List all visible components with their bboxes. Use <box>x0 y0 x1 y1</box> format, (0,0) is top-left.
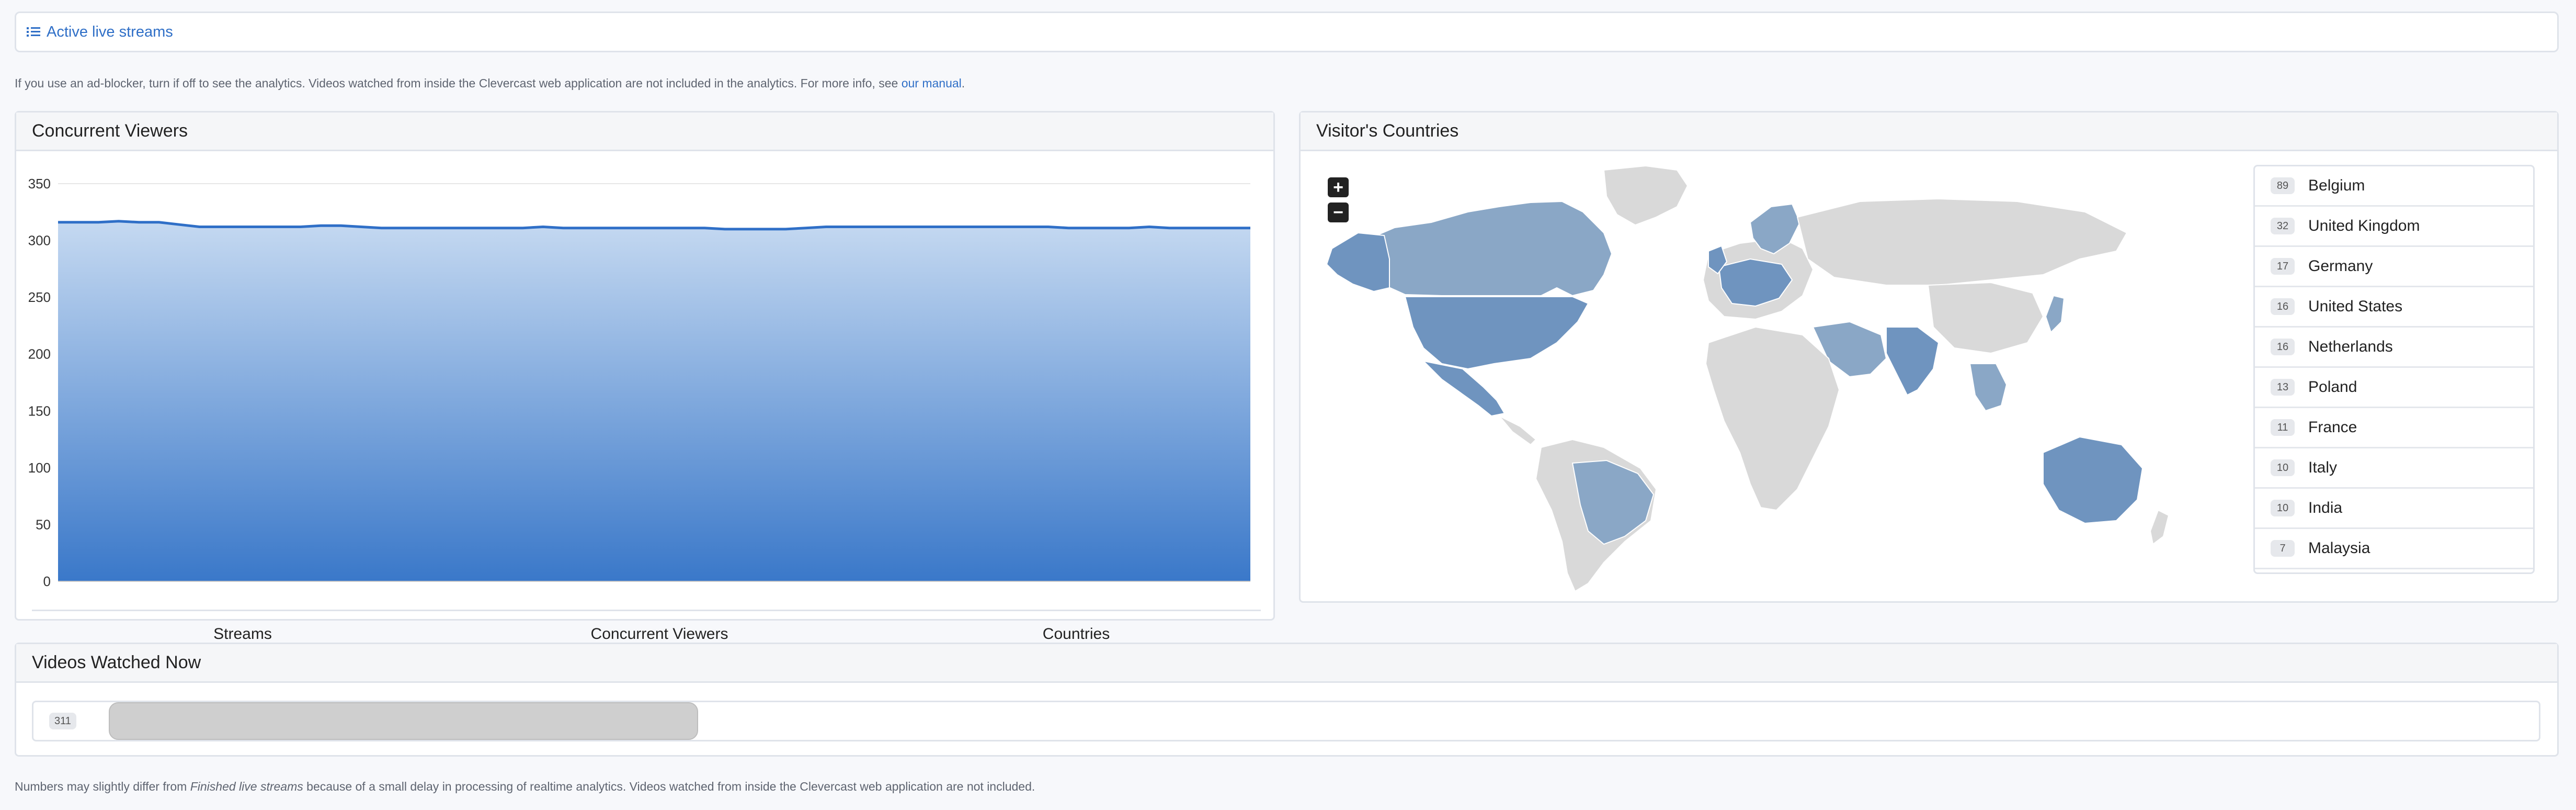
active-live-streams-label: Active live streams <box>47 23 173 40</box>
country-count: 16 <box>2271 298 2295 315</box>
country-count: 89 <box>2271 177 2295 194</box>
map-southeast-asia[interactable] <box>1969 363 2008 412</box>
notice-text: If you use an ad-blocker, turn if off to… <box>15 76 902 90</box>
zoom-in-button[interactable]: + <box>1328 177 1349 197</box>
concurrent-viewers-panel: Concurrent Viewers 0 50 100 150 200 250 300 350… <box>15 111 1275 708</box>
map-canada[interactable] <box>1352 200 1613 297</box>
y-tick-label: 200 <box>28 346 51 362</box>
map-india[interactable] <box>1886 327 1940 396</box>
manual-link[interactable]: our manual <box>902 76 962 90</box>
video-progress-bar <box>109 702 698 740</box>
country-item[interactable]: 16 Netherlands <box>2255 328 2533 368</box>
country-item[interactable]: 10 Italy <box>2255 448 2533 489</box>
map-mexico[interactable] <box>1421 360 1506 417</box>
country-name: Germany <box>2308 257 2373 275</box>
country-item[interactable]: 10 India <box>2255 489 2533 529</box>
country-count: 17 <box>2271 258 2295 275</box>
country-count: 10 <box>2271 500 2295 516</box>
country-item[interactable]: 17 Germany <box>2255 247 2533 287</box>
video-viewer-count: 311 <box>49 713 76 729</box>
y-tick-label: 50 <box>36 516 51 532</box>
viewers-line <box>58 220 1250 231</box>
footnote-post: because of a small delay in processing o… <box>303 780 1035 793</box>
country-item[interactable]: 32 United Kingdom <box>2255 207 2533 247</box>
map-russia-asia <box>1796 198 2128 286</box>
y-tick-label: 150 <box>28 403 51 419</box>
panel-title: Visitor's Countries <box>1301 113 2557 151</box>
top-bar: Active live streams <box>15 12 2559 52</box>
country-count: 16 <box>2271 339 2295 355</box>
list-icon <box>27 26 40 38</box>
map-australia[interactable] <box>2043 436 2144 524</box>
country-count: 32 <box>2271 218 2295 234</box>
active-live-streams-link[interactable]: Active live streams <box>27 24 173 41</box>
country-name: Belgium <box>2308 177 2365 194</box>
country-item[interactable]: 89 Belgium <box>2255 166 2533 207</box>
country-name: United Kingdom <box>2308 217 2420 234</box>
country-name: Netherlands <box>2308 338 2393 355</box>
panel-title: Concurrent Viewers <box>16 113 1273 151</box>
map-alaska[interactable] <box>1326 232 1390 292</box>
map-central-america <box>1499 415 1537 446</box>
map-usa[interactable] <box>1404 296 1589 370</box>
country-name: India <box>2308 499 2343 516</box>
map-greenland <box>1603 165 1689 226</box>
viewers-area <box>58 221 1250 581</box>
map-new-zealand <box>2149 509 2170 545</box>
country-count: 7 <box>2271 540 2295 557</box>
concurrent-viewers-chart: 0 50 100 150 200 250 300 350 <box>28 176 1250 589</box>
adblock-notice: If you use an ad-blocker, turn if off to… <box>15 76 965 91</box>
country-item[interactable]: 13 Poland <box>2255 368 2533 408</box>
y-tick-label: 300 <box>28 233 51 249</box>
country-item[interactable]: 11 France <box>2255 408 2533 448</box>
country-count: 13 <box>2271 379 2295 396</box>
country-name: Poland <box>2308 378 2357 396</box>
country-list[interactable]: 89 Belgium 32 United Kingdom 17 Germany … <box>2253 165 2535 574</box>
country-count: 11 <box>2271 419 2295 436</box>
visitors-countries-panel: Visitor's Countries + − 89 Belgium 32 Un… <box>1299 111 2559 603</box>
stats-divider <box>32 610 1261 611</box>
y-tick-label: 0 <box>43 573 51 589</box>
country-count: 10 <box>2271 459 2295 476</box>
map-africa <box>1705 326 1840 511</box>
country-name: Italy <box>2308 459 2338 476</box>
footnote-em: Finished live streams <box>190 780 303 793</box>
video-row[interactable]: 311 <box>32 701 2540 741</box>
country-item[interactable]: 7 Malaysia <box>2255 529 2533 569</box>
map-china <box>1927 282 2044 354</box>
country-name: United States <box>2308 298 2403 315</box>
stat-viewers-label: Concurrent Viewers <box>590 625 728 643</box>
y-tick-label: 350 <box>28 176 51 192</box>
stat-countries-label: Countries <box>1042 625 1110 643</box>
notice-end: . <box>961 76 965 90</box>
country-item[interactable]: 16 United States <box>2255 287 2533 328</box>
world-map[interactable] <box>1311 154 2247 594</box>
y-tick-label: 100 <box>28 460 51 476</box>
footnote-pre: Numbers may slightly differ from <box>15 780 190 793</box>
zoom-out-button[interactable]: − <box>1328 203 1349 222</box>
stat-streams-label: Streams <box>213 625 272 643</box>
panel-title: Videos Watched Now <box>16 644 2557 683</box>
footnote: Numbers may slightly differ from Finishe… <box>15 780 1035 794</box>
map-japan[interactable] <box>2045 295 2065 333</box>
y-tick-label: 250 <box>28 289 51 305</box>
videos-watched-panel: Videos Watched Now 311 <box>15 643 2559 757</box>
country-name: Malaysia <box>2308 539 2370 557</box>
country-name: France <box>2308 419 2357 436</box>
